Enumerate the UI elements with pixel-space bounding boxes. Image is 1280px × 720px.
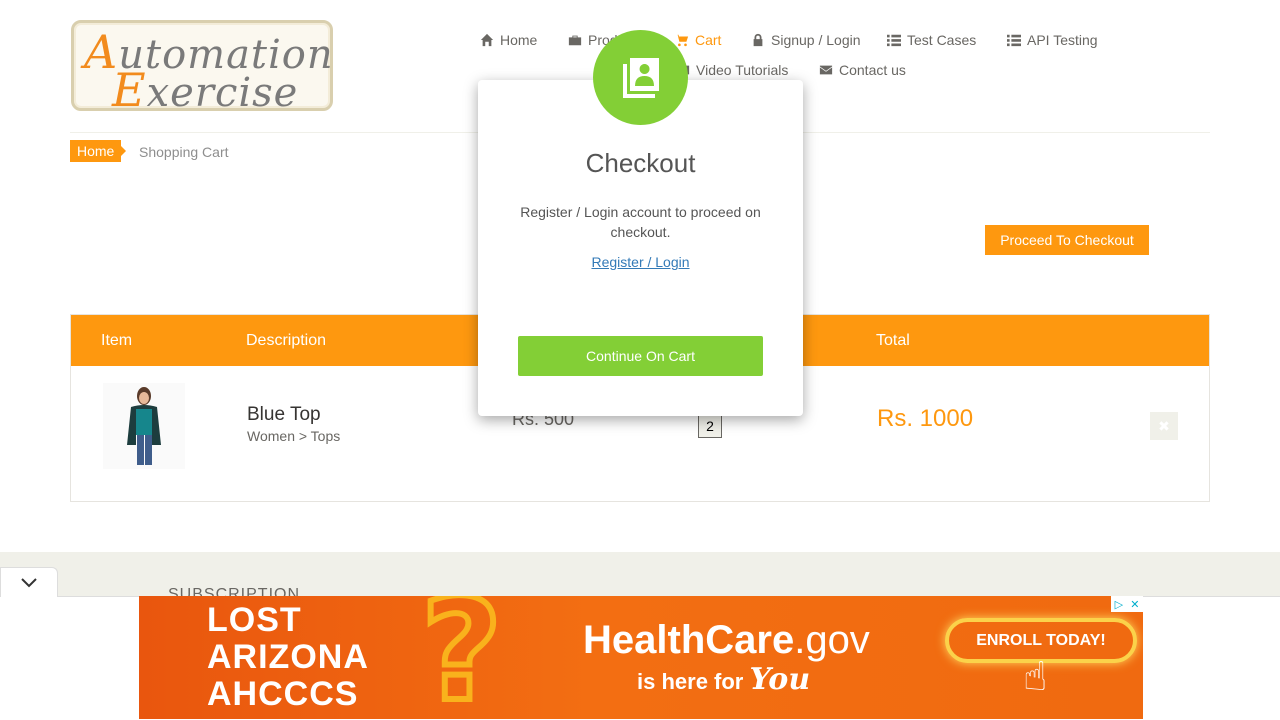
envelope-icon (819, 65, 833, 75)
register-login-link[interactable]: Register / Login (478, 254, 803, 270)
ad-collapse-button[interactable] (0, 567, 58, 597)
nav-cart-label: Cart (695, 32, 722, 48)
briefcase-icon (568, 35, 582, 46)
product-category: Women > Tops (247, 428, 341, 444)
nav-cart[interactable]: Cart (675, 32, 721, 48)
column-header-description: Description (246, 332, 327, 349)
delete-item-button[interactable]: ✖ (1150, 412, 1178, 440)
ad-headline: LOST ARIZONA AHCCCS (207, 601, 369, 713)
nav-api-testing[interactable]: API Testing (1007, 32, 1098, 48)
list-icon (1007, 34, 1021, 47)
nav-test-cases-label: Test Cases (907, 32, 977, 48)
continue-on-cart-button[interactable]: Continue On Cart (518, 336, 763, 376)
question-mark-graphic: ? (418, 596, 505, 719)
logo-word-exercise: Exercise (112, 63, 299, 117)
ad-banner[interactable]: LOST ARIZONA AHCCCS ? HealthCare.gov is … (139, 596, 1143, 719)
nav-signup-login-label: Signup / Login (771, 32, 861, 48)
close-icon: ✖ (1158, 417, 1170, 434)
nav-test-cases[interactable]: Test Cases (887, 32, 976, 48)
ad-choices[interactable]: ▷ ✕ (1111, 596, 1143, 612)
lock-icon (753, 33, 763, 47)
chevron-down-icon (21, 577, 37, 587)
home-icon (480, 33, 494, 47)
product-total: Rs. 1000 (877, 405, 974, 432)
nav-video-tutorials[interactable]: Video Tutorials (676, 62, 788, 78)
cart-icon (675, 34, 689, 47)
product-quantity: 2 (698, 414, 722, 438)
breadcrumb-current: Shopping Cart (139, 144, 229, 160)
product-name-link[interactable]: Blue Top (247, 404, 321, 426)
breadcrumb-home[interactable]: Home (70, 140, 127, 162)
ad-brand: HealthCare.gov (583, 618, 870, 662)
site-logo[interactable]: Automation Exercise (71, 20, 333, 117)
nav-video-tutorials-label: Video Tutorials (696, 62, 789, 78)
close-icon[interactable]: ✕ (1130, 598, 1139, 611)
proceed-to-checkout-button[interactable]: Proceed To Checkout (985, 225, 1149, 255)
checkout-modal: Checkout Register / Login account to pro… (478, 30, 803, 416)
pointer-hand-icon: ☝ (1023, 655, 1048, 699)
nav-home[interactable]: Home (480, 32, 537, 48)
product-image[interactable] (103, 383, 185, 469)
ad-tagline: is here for You (637, 662, 811, 697)
list-icon (887, 34, 901, 47)
modal-title: Checkout (585, 148, 696, 178)
nav-home-label: Home (500, 32, 538, 48)
nav-api-testing-label: API Testing (1027, 32, 1098, 48)
nav-contact-us-label: Contact us (839, 62, 906, 78)
nav-contact-us[interactable]: Contact us (819, 62, 906, 78)
contact-book-icon (593, 30, 688, 125)
column-header-item: Item (101, 332, 133, 349)
column-header-total: Total (876, 332, 910, 349)
nav-signup-login[interactable]: Signup / Login (751, 32, 861, 48)
ad-choices-icon[interactable]: ▷ (1115, 598, 1123, 611)
modal-message: Register / Login account to proceed on c… (520, 204, 761, 240)
